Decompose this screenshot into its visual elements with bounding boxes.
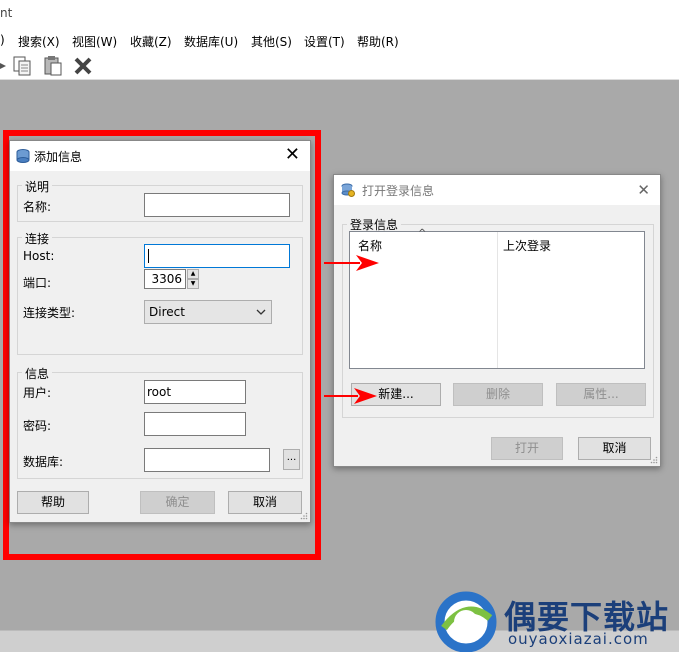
open-dialog-titlebar: 打开登录信息 ✕ (334, 175, 660, 205)
app-title: nt (0, 6, 13, 20)
arrow-to-new-icon (324, 388, 377, 404)
connection-group-label: 连接 (22, 230, 53, 247)
delete-icon[interactable] (72, 55, 94, 77)
name-field[interactable] (144, 193, 290, 217)
delete-button[interactable]: 删除 (453, 383, 543, 406)
menu-other[interactable]: 其他(S) (251, 33, 292, 50)
host-label: Host: (23, 249, 55, 263)
toolbar-arrow-icon[interactable] (0, 55, 10, 77)
open-dialog-close-icon[interactable]: ✕ (637, 181, 650, 199)
open-button[interactable]: 打开 (491, 437, 563, 460)
text-cursor (148, 249, 149, 263)
toolbar (0, 52, 679, 80)
column-divider[interactable] (497, 232, 498, 368)
password-label: 密码: (23, 419, 52, 433)
properties-button[interactable]: 属性... (556, 383, 646, 406)
conn-type-label: 连接类型: (23, 306, 76, 320)
resize-grip-icon[interactable] (300, 512, 308, 520)
password-field[interactable] (144, 412, 246, 436)
menu-database[interactable]: 数据库(U) (184, 33, 238, 50)
host-field[interactable] (144, 244, 290, 268)
user-field[interactable]: root (144, 380, 246, 404)
database-label: 数据库: (23, 455, 64, 469)
menu-favorites[interactable]: 收藏(Z) (130, 33, 172, 50)
port-label: 端口: (23, 276, 52, 290)
browse-button[interactable]: ... (283, 449, 300, 470)
paste-icon[interactable] (42, 55, 64, 77)
port-up-icon[interactable]: ▲ (187, 269, 199, 279)
watermark: 偶要下载站 ouyaoxiazai.com (432, 588, 679, 652)
ok-button[interactable]: 确定 (140, 491, 215, 514)
port-field[interactable]: 3306 (144, 269, 186, 289)
add-dialog-titlebar: 添加信息 ✕ (10, 141, 310, 171)
brand-logo-icon (435, 591, 497, 652)
login-list[interactable]: 名称 ^ 上次登录 (349, 228, 645, 369)
open-dialog-resize-grip-icon[interactable] (650, 456, 658, 464)
menu-item-partial[interactable]: ) (0, 33, 5, 47)
column-header-last-login[interactable]: 上次登录 (503, 237, 551, 254)
app-title-bar: nt (0, 0, 679, 28)
add-dialog-title: 添加信息 (34, 150, 83, 164)
brand-url: ouyaoxiazai.com (508, 630, 649, 648)
name-label: 名称: (23, 200, 52, 214)
user-label: 用户: (23, 386, 52, 400)
copy-icon[interactable] (12, 55, 34, 77)
chevron-down-icon (256, 309, 266, 315)
arrow-to-list-icon (324, 255, 379, 271)
desc-group-label: 说明 (22, 178, 53, 195)
close-icon[interactable]: ✕ (285, 144, 300, 165)
add-info-dialog: 添加信息 ✕ 说明 名称: 连接 Host: 端口: 3306 ▲ ▼ 连接类型… (9, 140, 311, 523)
help-button[interactable]: 帮助 (17, 491, 89, 514)
menu-help[interactable]: 帮助(R) (357, 33, 399, 50)
database-icon (16, 149, 30, 163)
menu-settings[interactable]: 设置(T) (304, 33, 345, 50)
open-login-dialog: 打开登录信息 ✕ 登录信息 名称 ^ 上次登录 新建... 删除 属性... 打… (333, 174, 661, 467)
sort-asc-icon: ^ (418, 228, 427, 239)
column-header-name[interactable]: 名称 (358, 237, 382, 254)
menu-bar: ) 搜索(X) 视图(W) 收藏(Z) 数据库(U) 其他(S) 设置(T) 帮… (0, 28, 679, 52)
conn-type-value: Direct (149, 305, 185, 319)
menu-search[interactable]: 搜索(X) (18, 33, 60, 50)
menu-view[interactable]: 视图(W) (72, 33, 117, 50)
cancel-button[interactable]: 取消 (228, 491, 302, 514)
open-dialog-title: 打开登录信息 (362, 184, 435, 198)
conn-type-select[interactable]: Direct (144, 300, 272, 324)
port-down-icon[interactable]: ▼ (187, 279, 199, 289)
open-dialog-cancel-button[interactable]: 取消 (578, 437, 651, 460)
info-group-label: 信息 (22, 365, 53, 382)
database-field[interactable] (144, 448, 270, 472)
login-info-icon (341, 183, 355, 197)
